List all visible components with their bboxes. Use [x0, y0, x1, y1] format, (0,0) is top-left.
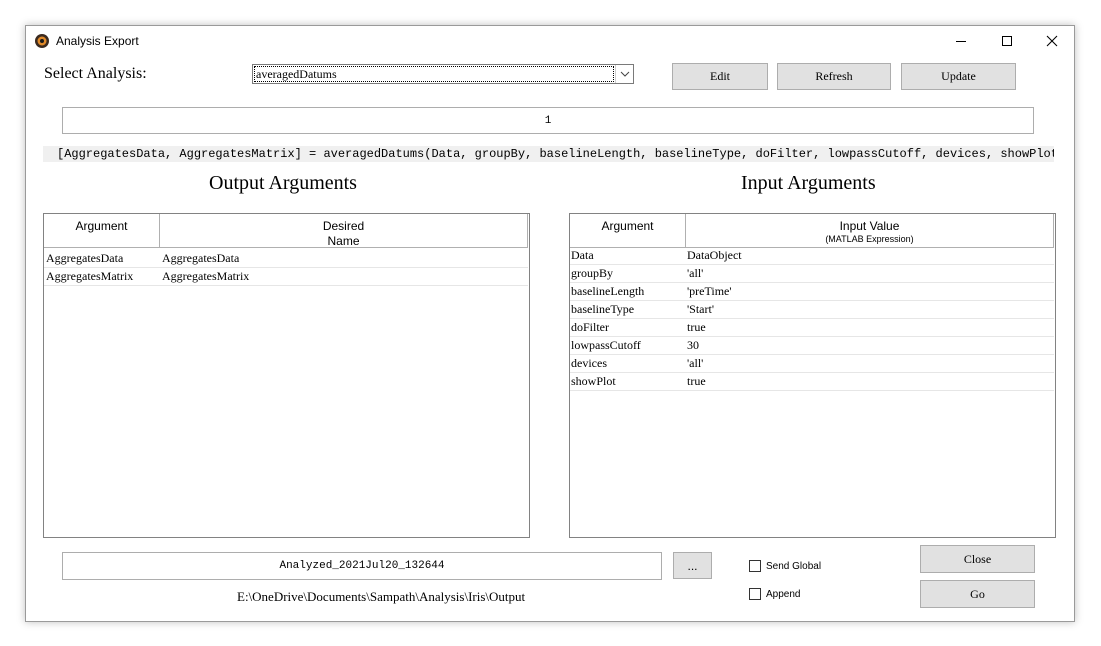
value-cell[interactable]: 30 — [687, 337, 1047, 354]
refresh-button[interactable]: Refresh — [777, 63, 891, 90]
function-signature: [AggregatesData, AggregatesMatrix] = ave… — [43, 146, 1054, 162]
table-row[interactable]: baselineLength 'preTime' — [570, 283, 1054, 301]
append-label: Append — [766, 589, 801, 600]
table-row[interactable]: Data DataObject — [570, 247, 1054, 265]
minimize-icon — [956, 41, 966, 42]
table-row[interactable]: lowpassCutoff 30 — [570, 337, 1054, 355]
name-cell[interactable]: AggregatesData — [162, 250, 522, 267]
table-row[interactable]: groupBy 'all' — [570, 265, 1054, 283]
value-cell[interactable]: true — [687, 373, 1047, 390]
minimize-button[interactable] — [938, 26, 984, 56]
value-cell[interactable]: DataObject — [687, 247, 1047, 264]
update-button[interactable]: Update — [901, 63, 1016, 90]
column-header-desired-name[interactable]: Desired Name — [160, 214, 528, 248]
matlab-logo-icon — [34, 33, 50, 49]
input-arguments-title: Input Arguments — [741, 172, 876, 194]
maximize-button[interactable] — [984, 26, 1030, 56]
chevron-down-icon — [620, 71, 629, 77]
argument-cell: lowpassCutoff — [571, 338, 641, 352]
table-row[interactable]: AggregatesMatrix AggregatesMatrix — [44, 268, 528, 286]
table-row[interactable]: showPlot true — [570, 373, 1054, 391]
analysis-dropdown-value: averagedDatums — [254, 66, 614, 82]
argument-cell: Data — [571, 248, 594, 262]
argument-cell: showPlot — [571, 374, 616, 388]
title-bar: Analysis Export — [26, 26, 1074, 56]
argument-cell: baselineLength — [571, 284, 645, 298]
argument-cell: groupBy — [571, 266, 613, 280]
value-cell[interactable]: 'all' — [687, 265, 1047, 282]
argument-cell: baselineType — [571, 302, 635, 316]
select-analysis-label: Select Analysis: — [44, 65, 147, 82]
table-row[interactable]: baselineType 'Start' — [570, 301, 1054, 319]
analysis-export-window: Analysis Export Select Analysis: average… — [25, 25, 1075, 622]
call-count-field[interactable]: 1 — [62, 107, 1034, 134]
append-checkbox[interactable] — [749, 588, 761, 600]
dropdown-arrow-button[interactable] — [615, 65, 633, 83]
name-label: Name — [327, 234, 360, 248]
browse-button[interactable]: ... — [673, 552, 712, 579]
value-cell[interactable]: 'all' — [687, 355, 1047, 372]
edit-button[interactable]: Edit — [672, 63, 768, 90]
close-button[interactable]: Close — [920, 545, 1035, 573]
matlab-expression-label: (MATLAB Expression) — [825, 234, 914, 244]
argument-cell: AggregatesMatrix — [46, 269, 134, 283]
maximize-icon — [1002, 36, 1012, 46]
input-value-label: Input Value — [839, 219, 900, 233]
value-cell[interactable]: 'Start' — [687, 301, 1047, 318]
close-window-button[interactable] — [1029, 26, 1075, 56]
table-row[interactable]: devices 'all' — [570, 355, 1054, 373]
value-cell[interactable]: true — [687, 319, 1047, 336]
argument-cell: doFilter — [571, 320, 609, 334]
analysis-dropdown[interactable]: averagedDatums — [252, 64, 634, 84]
output-filename-field[interactable]: Analyzed_2021Jul20_132644 — [62, 552, 662, 580]
table-row[interactable]: doFilter true — [570, 319, 1054, 337]
argument-cell: AggregatesData — [46, 251, 124, 265]
value-cell[interactable]: 'preTime' — [687, 283, 1047, 300]
column-header-input-value[interactable]: Input Value (MATLAB Expression) — [686, 214, 1054, 248]
table-row[interactable]: AggregatesData AggregatesData — [44, 250, 528, 268]
send-global-checkbox[interactable] — [749, 560, 761, 572]
go-button[interactable]: Go — [920, 580, 1035, 608]
output-path-label: E:\OneDrive\Documents\Sampath\Analysis\I… — [237, 589, 526, 604]
column-header-argument[interactable]: Argument — [570, 214, 686, 248]
output-arguments-table[interactable]: Argument Desired Name AggregatesData Agg… — [43, 213, 530, 538]
column-header-argument[interactable]: Argument — [44, 214, 160, 248]
close-icon — [1046, 35, 1058, 47]
name-cell[interactable]: AggregatesMatrix — [162, 268, 522, 285]
send-global-label: Send Global — [766, 561, 822, 572]
argument-cell: devices — [571, 356, 607, 370]
desired-label: Desired — [322, 219, 365, 233]
input-arguments-table[interactable]: Argument Input Value (MATLAB Expression)… — [569, 213, 1056, 538]
output-arguments-title: Output Arguments — [209, 172, 357, 194]
window-title: Analysis Export — [56, 34, 139, 48]
